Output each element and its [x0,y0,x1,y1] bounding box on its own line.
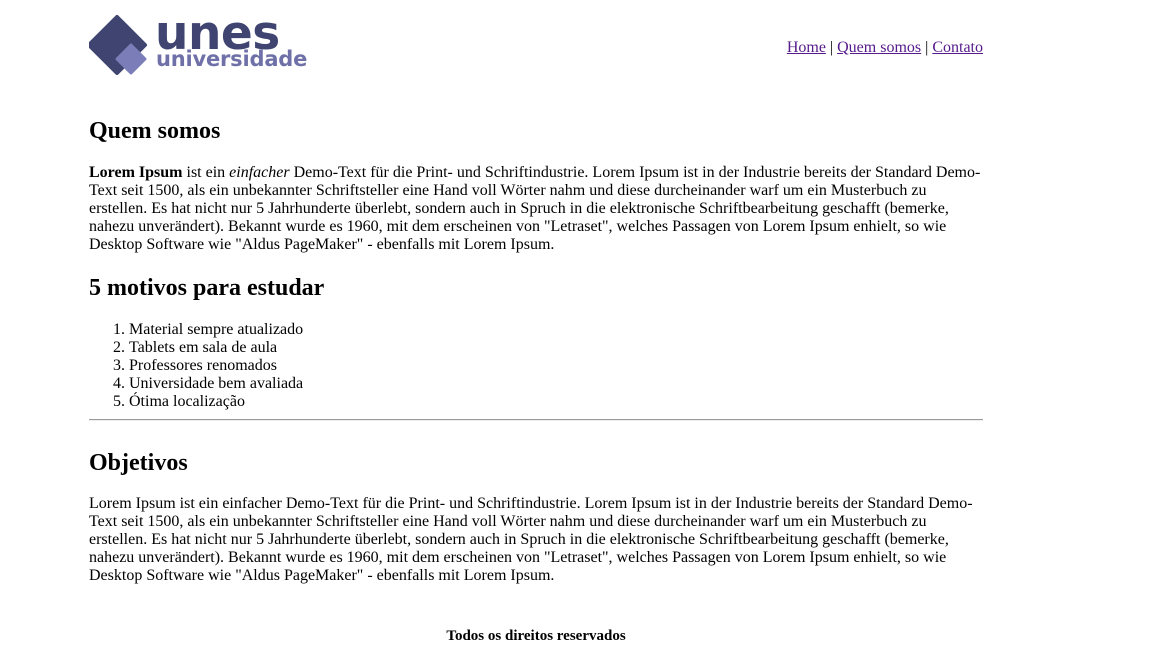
motivos-list: Material sempre atualizado Tablets em sa… [89,321,303,411]
nav-separator: | [925,39,929,56]
site-header: unes universidade Home | Quem somos | Co… [89,0,983,90]
list-item: Professores renomados [129,357,303,375]
nav-separator: | [829,39,834,56]
objetivos-paragraph: Lorem Ipsum ist ein einfacher Demo-Text … [89,495,973,584]
paragraph-text: ist ein [182,164,230,181]
objetivos-heading: Objetivos [89,450,188,476]
page-container: unes universidade Home | Quem somos | Co… [89,0,983,644]
nav-home-link[interactable]: Home [787,39,826,56]
motivos-heading: 5 motivos para estudar [89,275,325,301]
einfacher-emphasis: einfacher [229,164,290,181]
nav-quem-somos-link[interactable]: Quem somos [837,39,921,56]
logo-wordmark: unes universidade [155,10,307,70]
nav-contato-link[interactable]: Contato [932,39,983,56]
quem-somos-heading: Quem somos [89,118,221,144]
list-item: Ótima localização [129,393,303,411]
list-item: Material sempre atualizado [129,321,303,339]
list-item: Universidade bem avaliada [129,375,303,393]
main-nav: Home | Quem somos | Contato [787,39,983,57]
lorem-ipsum-bold: Lorem Ipsum [89,164,183,181]
list-item: Tablets em sala de aula [129,339,303,357]
logo-subtitle: universidade [156,47,308,71]
quem-somos-paragraph: Lorem Ipsum ist ein einfacher Demo-Text … [89,164,983,254]
site-footer: Todos os direitos reservados [446,628,626,644]
logo-diamond-icon [89,15,147,75]
unes-logo[interactable]: unes universidade [89,10,307,76]
section-divider [89,419,983,421]
